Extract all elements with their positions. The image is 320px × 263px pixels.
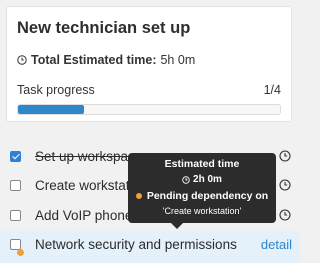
task-detail-link[interactable]: detail: [261, 237, 292, 252]
tooltip-title: Estimated time: [164, 158, 240, 170]
progress-count: 1/4: [263, 83, 281, 97]
progress-label: Task progress: [17, 83, 95, 97]
task-row-hovered[interactable]: Network security and permissions detail: [0, 231, 300, 263]
progress-bar: [17, 104, 281, 115]
clock-icon[interactable]: [279, 179, 291, 191]
progress-bar-fill: [18, 105, 84, 114]
clock-icon[interactable]: [279, 150, 291, 162]
tooltip-time: 2h 0m: [128, 174, 276, 185]
estimate-label: Total Estimated time:: [31, 53, 157, 67]
clock-icon[interactable]: [279, 209, 291, 221]
pending-dependency-dot: [135, 193, 142, 199]
task-checkbox[interactable]: [10, 210, 21, 221]
total-estimated-time: Total Estimated time: 5h 0m: [17, 53, 195, 67]
tooltip-dependency-task: 'Create workstation': [162, 206, 242, 216]
checklist-title: New technician set up: [17, 19, 191, 37]
pending-dependency-dot: [17, 249, 24, 256]
task-checkbox[interactable]: [10, 180, 21, 191]
tooltip-dependency: Pending dependency on: [128, 190, 276, 202]
estimate-value: 5h 0m: [160, 53, 196, 67]
tooltip-time-value: 2h 0m: [193, 174, 222, 185]
task-label: Set up workspace: [35, 149, 143, 164]
task-label: Network security and permissions: [35, 237, 237, 252]
tooltip-dependency-text: Pending dependency on: [146, 190, 269, 202]
task-checkbox[interactable]: [10, 151, 21, 162]
checklist-summary-card: New technician set up Total Estimated ti…: [6, 6, 292, 122]
task-label: Add VoIP phone: [35, 208, 133, 223]
clock-icon: [182, 175, 190, 184]
clock-icon: [17, 55, 27, 65]
task-tooltip: Estimated time 2h 0m Pending dependency …: [128, 153, 276, 229]
